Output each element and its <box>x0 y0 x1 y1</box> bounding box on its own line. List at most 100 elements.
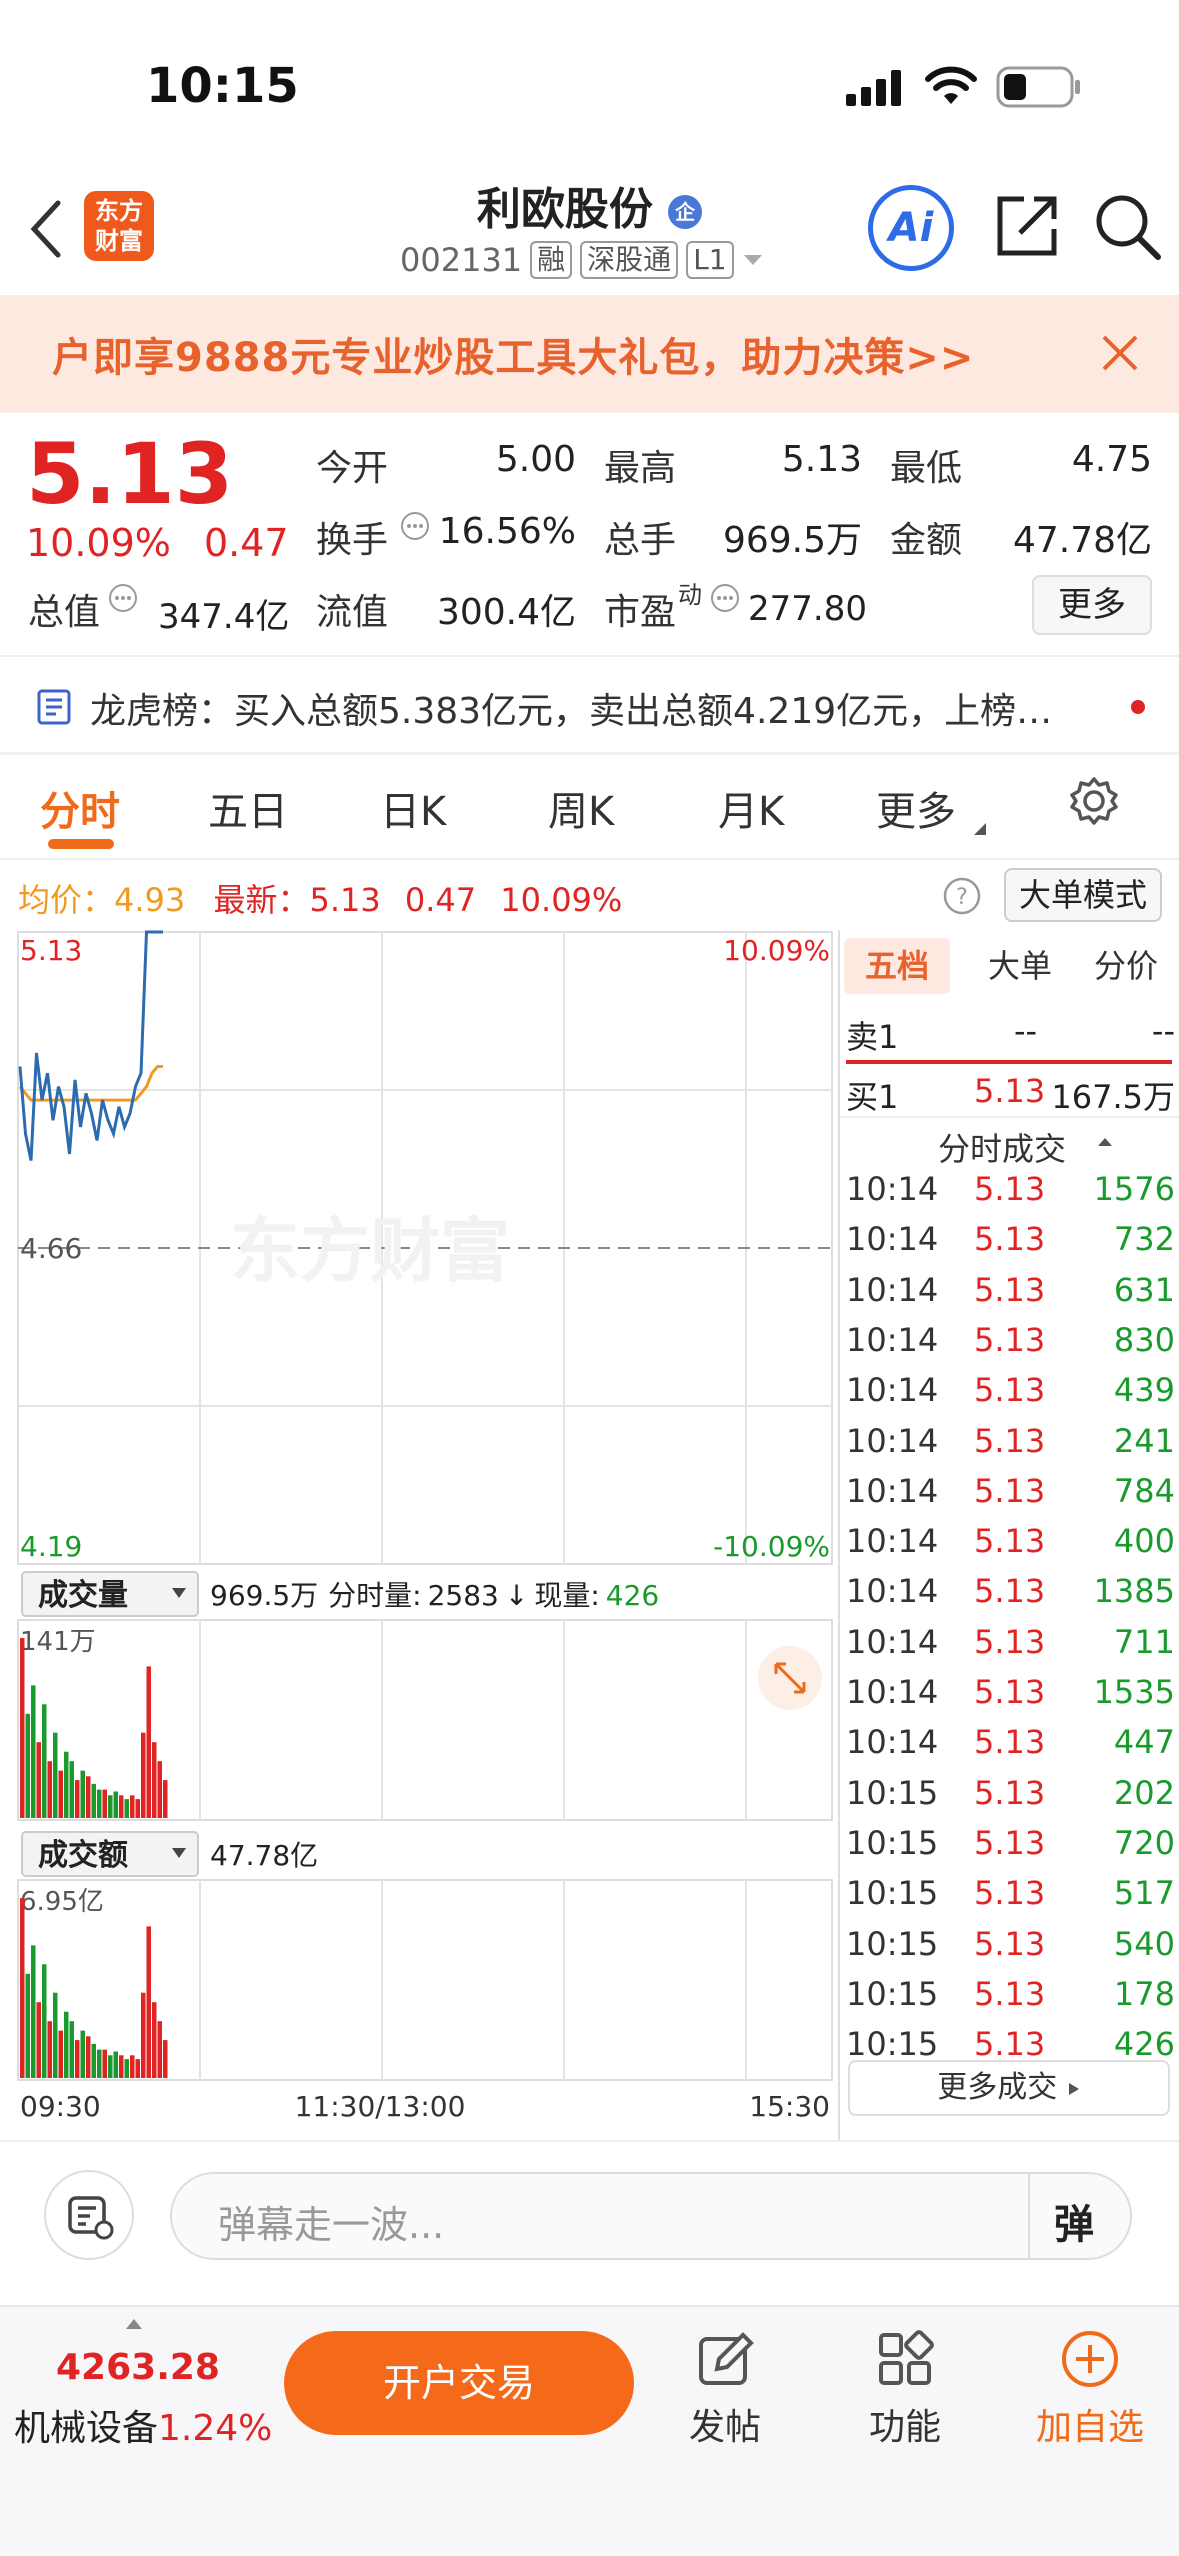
volume-label: 总手 <box>604 520 677 561</box>
volume-bar <box>53 1992 58 2078</box>
tick-time: 10:14 <box>846 1622 939 1661</box>
danmu-list-icon <box>68 2196 114 2240</box>
sell1-price: -- <box>1014 1012 1038 1050</box>
market-cap-value: 347.4亿 <box>158 597 290 637</box>
tab-intraday[interactable]: 分时 <box>40 779 120 837</box>
volume-bar <box>80 2030 85 2078</box>
volume-total: 969.5万 <box>210 1579 318 1612</box>
low-label: 最低 <box>890 448 963 489</box>
volume-bar <box>146 1666 151 1818</box>
volume-bar <box>75 2040 80 2078</box>
buy1-price: 5.13 <box>974 1072 1046 1110</box>
function-button[interactable]: 功能 <box>850 2329 960 2450</box>
tick-time: 10:14 <box>846 1270 939 1309</box>
tick-volume: 400 <box>1113 1522 1175 1561</box>
volume-bar <box>25 1973 30 2078</box>
share-icon[interactable] <box>994 193 1060 259</box>
pe-value: 277.80 <box>748 589 867 629</box>
order-book-panel: 五档 大单 分价 卖1 -- -- 买1 5.13 167.5万 分时成交 10… <box>838 930 1179 2140</box>
float-cap-label: 流值 <box>316 592 389 633</box>
volume-bar <box>135 1799 140 1818</box>
grid-icon <box>879 2330 934 2385</box>
tab-level5[interactable]: 五档 <box>844 938 950 994</box>
tick-time: 10:15 <box>846 2025 939 2064</box>
danmu-input[interactable]: 弹幕走一波... 弹 <box>170 2172 1132 2260</box>
high-value: 5.13 <box>781 439 862 480</box>
sort-up-icon[interactable] <box>1096 1136 1114 1148</box>
search-icon[interactable] <box>1094 193 1162 261</box>
tick-price: 5.13 <box>974 1673 1046 1711</box>
turnover-value: 16.56% <box>438 511 576 552</box>
post-label: 发帖 <box>688 2407 761 2448</box>
tick-price: 5.13 <box>974 1974 1046 2013</box>
info-icon[interactable] <box>400 511 430 541</box>
pe-label: 市盈 <box>604 592 677 633</box>
stock-name: 利欧股份 <box>476 184 653 235</box>
trade-button[interactable]: 开户交易 <box>284 2331 634 2435</box>
tick-volume: 447 <box>1113 1723 1175 1762</box>
tab-5day[interactable]: 五日 <box>208 779 288 837</box>
volume-bar <box>119 1795 124 1818</box>
info-icon[interactable] <box>108 583 138 613</box>
add-watchlist-button[interactable]: 加自选 <box>1030 2329 1150 2450</box>
volume-bar <box>75 1780 80 1818</box>
volume-bar <box>25 1713 30 1818</box>
tick-row: 10:15 5.13 517 <box>840 1874 1179 1924</box>
tab-monthly-k[interactable]: 月K <box>718 779 784 837</box>
more-quote-button[interactable]: 更多 <box>1032 575 1152 635</box>
latest-change: 0.47 <box>404 881 477 919</box>
tab-weekly-k[interactable]: 周K <box>548 779 614 837</box>
danmu-toggle[interactable]: 弹 <box>1054 2192 1094 2250</box>
market-cap-label: 总值 <box>28 592 101 633</box>
volume-bar <box>86 2036 91 2078</box>
volume-bar <box>20 1898 25 2078</box>
info-icon[interactable] <box>710 583 740 613</box>
tab-daily-k[interactable]: 日K <box>380 779 446 837</box>
dragon-tiger-text: 龙虎榜：买入总额5.383亿元，卖出总额4.219亿元，上榜… <box>90 691 1053 732</box>
amount-total: 47.78亿 <box>210 1839 318 1872</box>
volume-bar <box>31 1945 36 2078</box>
tab-big-orders[interactable]: 大单 <box>970 938 1070 994</box>
tick-price: 5.13 <box>974 2025 1046 2064</box>
tick-time: 10:15 <box>846 1773 939 1812</box>
post-button[interactable]: 发帖 <box>670 2329 780 2450</box>
stock-code: 002131 <box>400 241 523 279</box>
tick-volume: 426 <box>1113 2025 1175 2064</box>
intraday-chart[interactable]: 东方财富 5.13 4.66 4.19 10.09% -10.09% 成交量 9… <box>0 930 840 2140</box>
divider <box>840 1116 1179 1118</box>
volume-bar <box>36 2002 41 2078</box>
danmu-list-button[interactable] <box>44 2170 134 2260</box>
tick-time: 10:14 <box>846 1673 939 1711</box>
settings-gear-icon[interactable] <box>1068 775 1120 827</box>
big-order-mode-button[interactable]: 大单模式 <box>1004 868 1162 922</box>
ai-button[interactable]: Ai <box>868 185 954 271</box>
volume-bar <box>152 2002 157 2078</box>
tab-price-dist[interactable]: 分价 <box>1076 938 1176 994</box>
tick-volume: 1535 <box>1093 1673 1175 1711</box>
tab-more[interactable]: 更多 <box>876 779 956 837</box>
tick-row: 10:15 5.13 720 <box>840 1824 1179 1874</box>
help-icon[interactable]: ? <box>942 876 982 916</box>
sector-row[interactable]: 机械设备1.24% <box>14 2399 272 2451</box>
price-ref-label: 4.66 <box>20 1232 82 1265</box>
sector-index[interactable]: 4263.28 <box>56 2347 220 2388</box>
stock-subtitle[interactable]: 002131 融 深股通 L1 <box>400 241 764 279</box>
volume-bar <box>86 1776 91 1818</box>
tick-row: 10:15 5.13 178 <box>840 1975 1179 2025</box>
more-ticks-button[interactable]: 更多成交 <box>848 2060 1170 2116</box>
wifi-icon <box>925 66 977 104</box>
volume-bar <box>102 2049 107 2078</box>
tick-row: 10:14 5.13 1385 <box>840 1572 1179 1622</box>
corp-badge: 企 <box>668 195 703 229</box>
change-pct: 10.09% <box>26 521 171 565</box>
tick-price: 5.13 <box>974 1924 1046 1963</box>
close-icon[interactable] <box>1100 333 1140 373</box>
volume-detail-label: 分时量: <box>328 1579 421 1612</box>
promo-banner[interactable]: 户即享9888元专业炒股工具大礼包，助力决策>> <box>0 295 1179 413</box>
chart-canvas: 东方财富 5.13 4.66 4.19 10.09% -10.09% 成交量 9… <box>17 930 833 2123</box>
up-arrow-icon <box>126 2319 142 2329</box>
dragon-tiger-bar[interactable]: 龙虎榜：买入总额5.383亿元，卖出总额4.219亿元，上榜… <box>0 660 1179 750</box>
volume-bar <box>113 2051 118 2078</box>
volume-bars <box>20 1638 168 1818</box>
tick-row: 10:14 5.13 400 <box>840 1522 1179 1572</box>
